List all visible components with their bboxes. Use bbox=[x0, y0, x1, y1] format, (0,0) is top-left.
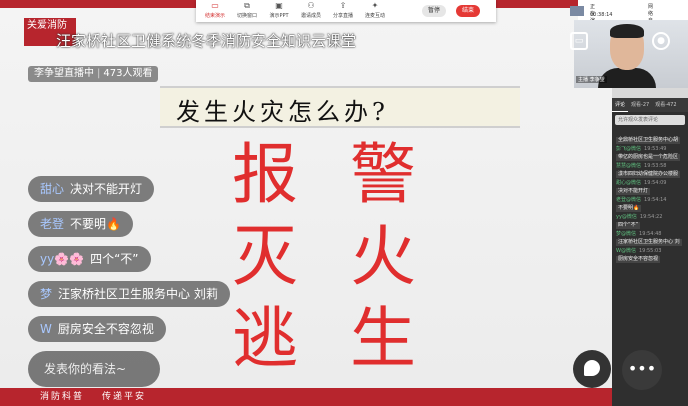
pause-button[interactable]: 暂停 bbox=[422, 5, 446, 17]
share-icon: ⇪ bbox=[339, 1, 347, 10]
add-user-icon: ⚇ bbox=[307, 1, 315, 10]
danmu-text: 决对不能开灯 bbox=[70, 182, 143, 196]
danmu-item: 老登 不要明🔥 bbox=[28, 211, 133, 237]
chat-bubble-button[interactable] bbox=[573, 350, 611, 388]
presenter-body bbox=[598, 68, 656, 88]
tab-viewers[interactable]: 观看-472 bbox=[652, 98, 679, 112]
danmu-item: 甜心 决对不能开灯 bbox=[28, 176, 155, 202]
window-icon: ⧉ bbox=[244, 1, 250, 10]
screen-toggle-icon[interactable]: ▭ bbox=[570, 32, 588, 50]
danmu-item: 梦汪家桥社区卫生服务中心 刘莉 bbox=[28, 281, 230, 307]
chat-bubble-icon bbox=[584, 360, 600, 376]
camera-label: 主播 李争望 bbox=[576, 76, 607, 83]
comment-item: 甜心@微信 19:54:09 决对不能开灯 bbox=[616, 180, 667, 195]
danmu-user: 甜心 bbox=[40, 182, 65, 196]
question-box: 发生火灾怎么办? bbox=[160, 86, 520, 128]
big-char-bao: 报 bbox=[232, 136, 298, 213]
danmu-user: yy🌸🌸 bbox=[40, 252, 85, 266]
tab-comments[interactable]: 评论 bbox=[612, 98, 629, 112]
camera-toggle-icon[interactable]: ● bbox=[652, 32, 670, 50]
big-char-huo: 火 bbox=[350, 218, 416, 295]
footer-right: 传递平安 bbox=[102, 392, 147, 402]
panel-tabs: 评论 观看-27 观看-472 bbox=[612, 98, 688, 112]
screen-icon: ▭ bbox=[211, 1, 219, 10]
footer-left: 消防科普 bbox=[40, 392, 85, 402]
course-title: 汪家桥社区卫健系统冬季消防安全知识云课堂 bbox=[56, 32, 357, 50]
mic-link-button[interactable]: ✦ 连麦互动 bbox=[360, 0, 390, 19]
big-char-tao: 逃 bbox=[232, 300, 298, 377]
presenter-thumbnail bbox=[570, 6, 584, 16]
invite-members-button[interactable]: ⚇ 邀请成员 bbox=[296, 0, 326, 19]
danmu-user: 梦 bbox=[40, 287, 53, 301]
tab-watching[interactable]: 观看-27 bbox=[628, 98, 652, 112]
danmu-user: 老登 bbox=[40, 217, 65, 231]
switch-window-button[interactable]: ⧉ 切换窗口 bbox=[232, 0, 262, 19]
comment-item: yy@微信 19:54:22 四个“不” bbox=[616, 214, 663, 229]
comment-input[interactable]: 发表你的看法~ bbox=[28, 351, 160, 387]
panel-comment-setting[interactable]: 允许观众发表评论 bbox=[615, 115, 685, 125]
presenter-hair bbox=[610, 24, 644, 38]
comment-item: 慧慧@微信 19:53:58 漾市四妇幼保健院办公楼服 bbox=[616, 163, 681, 178]
viewer-count: 473人观看 bbox=[103, 68, 153, 79]
big-char-jing: 警 bbox=[350, 136, 416, 213]
comment-item: 梦@微信 19:54:48 汪家桥社区卫生服务中心 刘 bbox=[616, 231, 682, 246]
slide-footer: 消防科普 传递平安 bbox=[0, 388, 612, 406]
comment-item: 全鼎桥社区卫生服务中心胡 bbox=[616, 137, 681, 144]
comment-item: W@微信 19:55:03 厨房安全不容忽视 bbox=[616, 248, 662, 263]
separator: | bbox=[97, 68, 101, 79]
camera-preview: 主播 李争望 bbox=[574, 20, 688, 88]
danmu-item: W 厨房安全不容忽视 bbox=[28, 316, 166, 342]
share-live-button[interactable]: ⇪ 分享直播 bbox=[328, 0, 358, 19]
presentation-toolbar: ▭ 结束演示 ⧉ 切换窗口 ▣ 演示PPT ⚇ 邀请成员 ⇪ 分享直播 ✦ 连麦互动 暂停 … bbox=[196, 0, 496, 22]
question-text: 发生火灾怎么办? bbox=[176, 98, 389, 126]
danmu-text: 厨房安全不容忽视 bbox=[57, 322, 154, 336]
elapsed-time: 00:38:14 bbox=[590, 12, 613, 18]
more-button[interactable]: ••• bbox=[622, 350, 662, 390]
host-status: 李争望直播中 bbox=[34, 68, 94, 79]
danmu-text: 不要明🔥 bbox=[70, 217, 121, 231]
live-info: 李争望直播中 | 473人观看 bbox=[28, 66, 159, 82]
big-char-sheng: 生 bbox=[350, 300, 416, 377]
danmu-text: 四个“不” bbox=[90, 252, 139, 266]
end-live-button[interactable]: 结束 bbox=[456, 5, 480, 17]
danmu-user: W bbox=[40, 322, 52, 336]
more-icon: ••• bbox=[627, 359, 657, 378]
danmu-text: 汪家桥社区卫生服务中心 刘莉 bbox=[58, 287, 218, 301]
comment-item: 老登@微信 19:54:14 不要明🔥 bbox=[616, 197, 667, 212]
end-presentation-button[interactable]: ▭ 结束演示 bbox=[200, 0, 230, 19]
sparkle-icon: ✦ bbox=[371, 1, 379, 10]
big-char-mie: 灭 bbox=[232, 218, 298, 295]
danmu-item: yy🌸🌸 四个“不” bbox=[28, 246, 151, 272]
present-ppt-button[interactable]: ▣ 演示PPT bbox=[264, 0, 294, 19]
ppt-icon: ▣ bbox=[275, 1, 283, 10]
comment-item: 彭飞@微信 19:53:49 带亿的厨房也是一个危险区 bbox=[616, 146, 681, 161]
